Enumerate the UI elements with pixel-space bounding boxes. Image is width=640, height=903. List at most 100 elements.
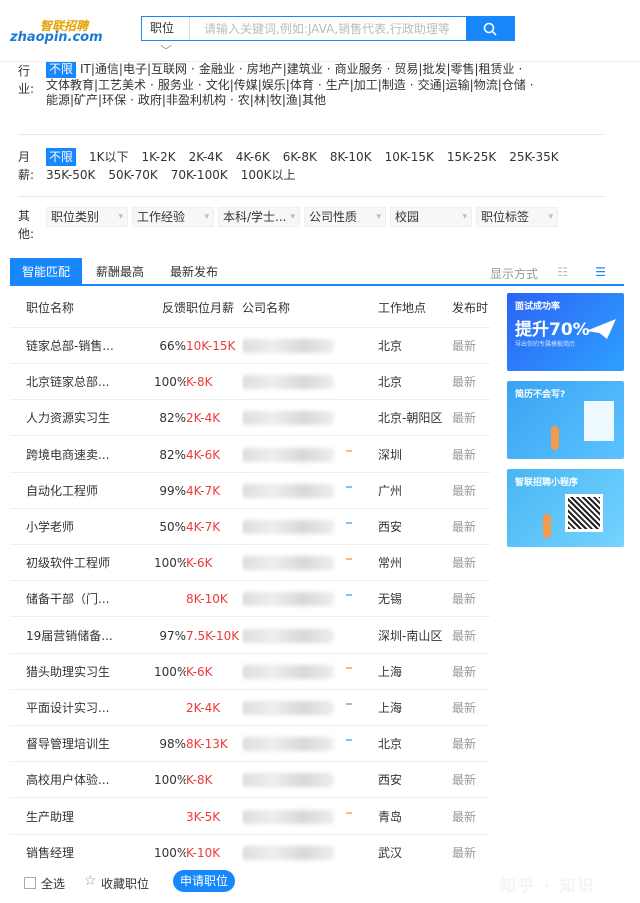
table-row[interactable]: 高校用户体验... 100% K-8K 西安 最新 (10, 762, 490, 801)
company-name-blurred[interactable] (242, 654, 366, 693)
industry-option[interactable]: 商业服务 (335, 62, 383, 78)
blurred-text (242, 375, 334, 390)
table-row[interactable]: 初级软件工程师 100% K-6K 常州 最新 (10, 545, 490, 584)
job-title-link[interactable]: 督导管理培训生 (26, 726, 146, 762)
select-all-checkbox[interactable] (24, 877, 36, 889)
table-row[interactable]: 跨境电商速卖... 82% 4K-6K 深圳 最新 (10, 437, 490, 473)
salary-option[interactable]: 4K-6K (236, 148, 270, 166)
salary-option[interactable]: 15K-25K (447, 148, 496, 166)
company-name-blurred[interactable] (242, 473, 366, 512)
industry-option[interactable]: 文化|传媒|娱乐|体育 (206, 78, 314, 94)
company-name-blurred[interactable] (242, 509, 366, 548)
table-row[interactable]: 北京链家总部... 100% K-8K 北京 最新 (10, 364, 490, 403)
company-name-blurred[interactable] (242, 328, 366, 367)
salary-option-all[interactable]: 不限 (46, 148, 77, 166)
salary-option[interactable]: 1K-2K (142, 148, 176, 166)
industry-option-all[interactable]: 不限 (46, 62, 77, 78)
tab-smart-match[interactable]: 智能匹配 (10, 258, 83, 286)
job-title-link[interactable]: 初级软件工程师 (26, 545, 146, 581)
table-row[interactable]: 小学老师 50% 4K-7K 西安 最新 (10, 509, 490, 545)
salary-option[interactable]: 2K-4K (189, 148, 223, 166)
salary-option[interactable]: 6K-8K (283, 148, 317, 166)
industry-option[interactable]: 贸易|批发|零售|租赁业 (394, 62, 514, 78)
table-row[interactable]: 储备干部（门... 8K-10K 无锡 最新 (10, 581, 490, 620)
job-title-link[interactable]: 平面设计实习... (26, 690, 146, 726)
search-input[interactable] (190, 17, 466, 40)
table-row[interactable]: 猎头助理实习生 100% K-6K 上海 最新 (10, 654, 490, 690)
company-name-blurred[interactable] (242, 762, 366, 801)
industry-option[interactable]: 农|林|牧|渔|其他 (238, 93, 326, 109)
industry-option[interactable]: 交通|运输|物流|仓储 (418, 78, 526, 94)
filter-dropdown[interactable]: 校园 (390, 207, 472, 227)
company-name-blurred[interactable] (242, 581, 366, 620)
salary-option[interactable]: 1K以下 (89, 148, 129, 166)
table-row[interactable]: 督导管理培训生 98% 8K-13K 北京 最新 (10, 726, 490, 765)
filter-dropdown[interactable]: 公司性质 (304, 207, 386, 227)
tab-highest-salary[interactable]: 薪酬最高 (84, 258, 156, 286)
table-row[interactable]: 销售经理 100% K-10K 武汉 最新 (10, 835, 490, 871)
job-title-link[interactable]: 销售经理 (26, 835, 146, 871)
job-title-link[interactable]: 北京链家总部... (26, 364, 146, 400)
filter-dropdown[interactable]: 职位标签 (476, 207, 558, 227)
job-title-link[interactable]: 跨境电商速卖... (26, 437, 146, 473)
salary-option[interactable]: 70K-100K (171, 166, 228, 184)
select-all-label[interactable]: 全选 (41, 875, 65, 892)
industry-option[interactable]: 服务业 (158, 78, 194, 94)
star-icon[interactable]: ☆ (84, 873, 97, 889)
table-row[interactable]: 平面设计实习... 2K-4K 上海 最新 (10, 690, 490, 726)
industry-option[interactable]: 生产|加工|制造 (326, 78, 406, 94)
company-name-blurred[interactable] (242, 437, 366, 476)
company-name-blurred[interactable] (242, 799, 366, 838)
salary-option[interactable]: 10K-15K (385, 148, 434, 166)
company-name-blurred[interactable] (242, 618, 366, 657)
filter-dropdown[interactable]: 本科/学士... (218, 207, 300, 227)
job-title-link[interactable]: 19届营销储备... (26, 618, 146, 654)
job-title-link[interactable]: 高校用户体验... (26, 762, 146, 798)
favorite-button[interactable]: 收藏职位 (101, 875, 149, 892)
search-button[interactable] (466, 17, 514, 40)
filter-dropdown[interactable]: 工作经验 (132, 207, 214, 227)
ad-interview-banner[interactable]: 面试成功率 提升70% 导出你的专属模板简历 (507, 293, 624, 371)
industry-option[interactable]: 金融业 (199, 62, 235, 78)
job-title-link[interactable]: 猎头助理实习生 (26, 654, 146, 690)
industry-option[interactable]: 文体教育|工艺美术 (46, 78, 146, 94)
company-name-blurred[interactable] (242, 690, 366, 729)
apply-button[interactable]: 申请职位 (173, 870, 235, 892)
industry-option[interactable]: 能源|矿产|环保 (46, 93, 126, 109)
ad-miniprogram-banner[interactable]: 智联招聘小程序 (507, 469, 624, 547)
table-row[interactable]: 生产助理 3K-5K 青岛 最新 (10, 799, 490, 835)
job-title-link[interactable]: 链家总部-销售... (26, 328, 146, 364)
chevron-down-icon[interactable]: ﹀ (160, 42, 172, 59)
salary-option[interactable]: 100K以上 (241, 166, 296, 184)
industry-option[interactable]: 房地产|建筑业 (247, 62, 323, 78)
industry-option[interactable]: 政府|非盈利机构 (138, 93, 226, 109)
company-name-blurred[interactable] (242, 545, 366, 584)
company-name-blurred[interactable] (242, 726, 366, 765)
industry-option[interactable]: IT|通信|电子|互联网 (80, 62, 187, 78)
blurred-text (242, 809, 334, 824)
company-name-blurred[interactable] (242, 364, 366, 403)
job-title-link[interactable]: 自动化工程师 (26, 473, 146, 509)
salary-option[interactable]: 35K-50K (46, 166, 95, 184)
search-category-select[interactable]: 职位 (142, 17, 190, 40)
feedback-rate: 97% (159, 628, 186, 643)
detail-view-icon[interactable]: ☰ (595, 265, 606, 279)
job-title-link[interactable]: 储备干部（门... (26, 581, 146, 617)
zhaopin-logo[interactable]: 智联招聘 zhaopin.com (10, 19, 103, 45)
tab-latest[interactable]: 最新发布 (158, 258, 230, 286)
job-title-link[interactable]: 人力资源实习生 (26, 400, 146, 436)
job-title-link[interactable]: 生产助理 (26, 799, 146, 835)
filter-dropdown[interactable]: 职位类别 (46, 207, 128, 227)
company-name-blurred[interactable] (242, 400, 366, 439)
salary-option[interactable]: 25K-35K (509, 148, 558, 166)
table-row[interactable]: 人力资源实习生 82% 2K-4K 北京-朝阳区 最新 (10, 400, 490, 439)
table-row[interactable]: 19届营销储备... 97% 7.5K-10K 深圳-南山区 最新 (10, 618, 490, 654)
job-title-link[interactable]: 小学老师 (26, 509, 146, 545)
table-row[interactable]: 自动化工程师 99% 4K-7K 广州 最新 (10, 473, 490, 509)
ad-resume-banner[interactable]: 简历不会写? (507, 381, 624, 459)
salary-option[interactable]: 8K-10K (330, 148, 372, 166)
list-view-icon[interactable]: ☷ (557, 265, 568, 279)
separator-dot: · (518, 62, 523, 76)
table-row[interactable]: 链家总部-销售... 66% 10K-15K 北京 最新 (10, 328, 490, 364)
salary-option[interactable]: 50K-70K (108, 166, 157, 184)
